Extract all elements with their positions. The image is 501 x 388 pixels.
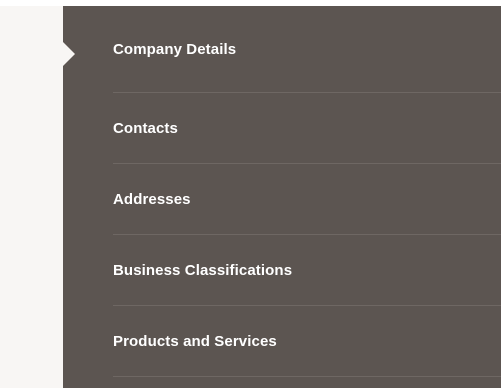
- sidebar-item-products-and-services[interactable]: Products and Services: [63, 306, 501, 377]
- sidebar-item-label: Products and Services: [113, 333, 277, 350]
- sidebar-item-label: Contacts: [113, 120, 178, 137]
- nav-list: Company Details Contacts Addresses Busin…: [63, 6, 501, 377]
- sidebar-navigation: Company Details Contacts Addresses Busin…: [63, 6, 501, 388]
- selected-indicator-icon: [63, 42, 75, 66]
- sidebar-item-label: Company Details: [113, 41, 237, 58]
- sidebar-item-label: Addresses: [113, 191, 191, 208]
- sidebar-item-addresses[interactable]: Addresses: [63, 164, 501, 235]
- sidebar-item-label: Business Classifications: [113, 262, 293, 279]
- sidebar-item-contacts[interactable]: Contacts: [63, 93, 501, 164]
- sidebar-item-company-details[interactable]: Company Details: [63, 6, 501, 93]
- page: Company Details Contacts Addresses Busin…: [0, 0, 501, 388]
- sidebar-item-business-classifications[interactable]: Business Classifications: [63, 235, 501, 306]
- left-panel: [0, 6, 63, 388]
